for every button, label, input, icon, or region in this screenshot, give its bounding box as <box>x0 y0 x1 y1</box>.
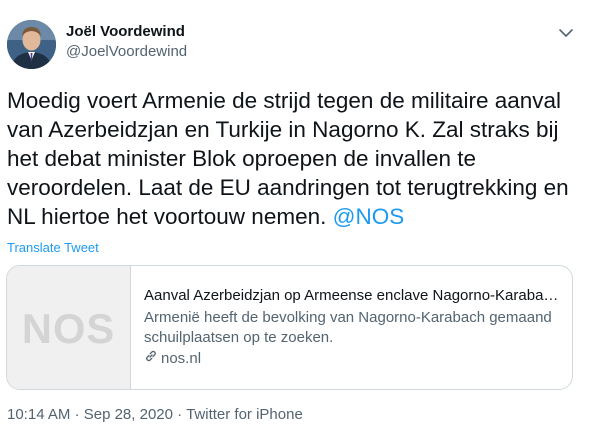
mention-link[interactable]: @NOS <box>333 204 405 229</box>
translate-tweet-link[interactable]: Translate Tweet <box>7 240 99 255</box>
tweet-body: Moedig voert Armenie de strijd tegen de … <box>7 88 569 229</box>
link-card[interactable]: NOS Aanval Azerbeidzjan op Armeense encl… <box>6 265 573 390</box>
card-thumbnail: NOS <box>7 266 131 389</box>
tweet-date[interactable]: Sep 28, 2020 <box>84 406 173 423</box>
author-block: Joël Voordewind @JoelVoordewind <box>66 22 187 62</box>
card-description: Armenië heeft de bevolking van Nagorno-K… <box>144 309 552 346</box>
nos-logo: NOS <box>22 304 115 351</box>
meta-separator: · <box>177 406 183 423</box>
author-display-name[interactable]: Joël Voordewind <box>66 22 187 42</box>
avatar[interactable] <box>7 20 56 69</box>
card-title: Aanval Azerbeidzjan op Armeense enclave … <box>144 287 559 304</box>
card-body: Aanval Azerbeidzjan op Armeense enclave … <box>131 266 572 389</box>
link-icon <box>144 349 158 369</box>
card-domain: nos.nl <box>144 349 562 369</box>
tweet-text: Moedig voert Armenie de strijd tegen de … <box>7 86 577 231</box>
tweet-time[interactable]: 10:14 AM <box>7 406 70 423</box>
meta-separator: · <box>74 406 80 423</box>
tweet: Joël Voordewind @JoelVoordewind Moedig v… <box>0 0 590 435</box>
svg-text:NOS: NOS <box>22 304 115 351</box>
tweet-meta: 10:14 AM · Sep 28, 2020 · Twitter for iP… <box>7 406 303 423</box>
tweet-source[interactable]: Twitter for iPhone <box>186 406 303 423</box>
author-handle[interactable]: @JoelVoordewind <box>66 42 187 62</box>
card-domain-text: nos.nl <box>161 350 202 367</box>
more-options-icon[interactable] <box>558 26 574 38</box>
